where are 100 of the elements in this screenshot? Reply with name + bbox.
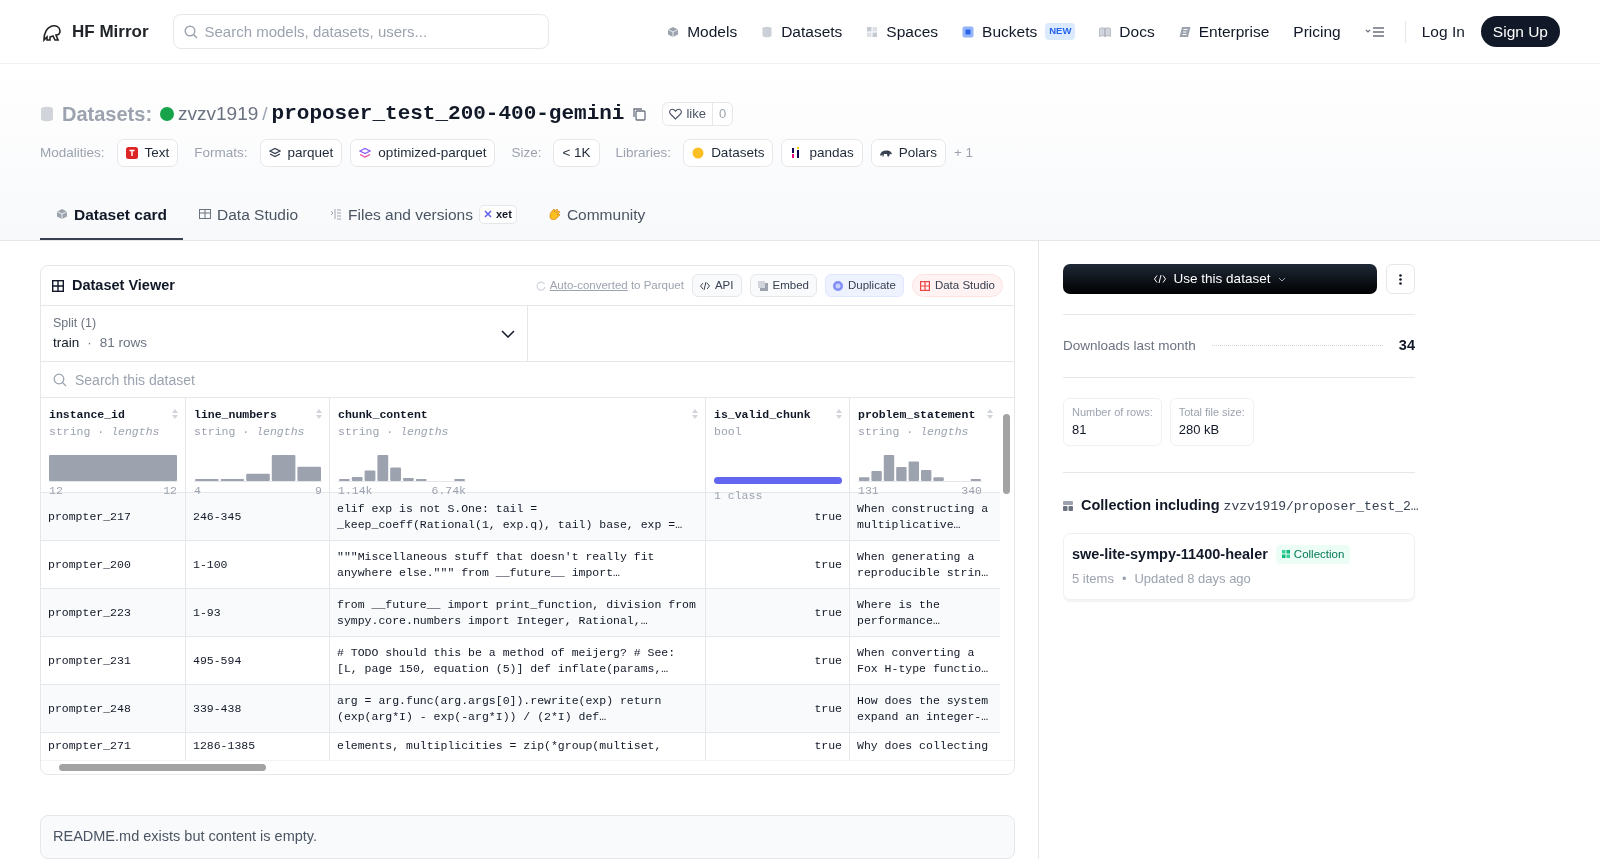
- table-icon: [919, 280, 930, 291]
- separator-dot: ·: [87, 333, 92, 352]
- max-length: 12: [163, 482, 177, 499]
- collection-name: swe-lite-sympy-11400-healer: [1072, 544, 1268, 564]
- more-options-button[interactable]: [1386, 264, 1415, 294]
- layers-icon: [359, 146, 372, 159]
- login-link[interactable]: Log In: [1421, 19, 1465, 44]
- table-cell-text: # TODO should this be a method of meijerg? # See: [L, page 150, equation (5)] def inflate(params,…: [337, 644, 677, 677]
- split-label: Split (1): [53, 315, 98, 332]
- downloads-count: 34: [1398, 336, 1415, 355]
- max-length: 340: [961, 482, 982, 499]
- tag-chip[interactable]: Text: [116, 138, 179, 167]
- tag-chip[interactable]: < 1K: [553, 138, 600, 167]
- downloads-label: Downloads last month: [1063, 336, 1196, 355]
- tag-chip[interactable]: parquet: [259, 138, 343, 167]
- new-badge: NEW: [1045, 23, 1076, 40]
- table-cell: prompter_271: [48, 738, 131, 754]
- database-icon: [761, 25, 774, 38]
- sort-icon[interactable]: [986, 408, 994, 420]
- nav-link[interactable]: Datasets: [781, 19, 843, 44]
- use-dataset-button[interactable]: Use this dataset: [1063, 264, 1377, 294]
- stat-value: 280 kB: [1178, 421, 1221, 440]
- sign-up-button[interactable]: Sign Up: [1480, 15, 1560, 48]
- class-count: 1 class: [714, 487, 764, 504]
- avatar-icon: [160, 106, 175, 121]
- tab[interactable]: Dataset card: [40, 194, 184, 240]
- collection-card[interactable]: swe-lite-sympy-11400-healer Collection 5 items • Updated 8 days ago: [1063, 532, 1415, 600]
- owner-link[interactable]: zvzv1919: [178, 99, 259, 128]
- nav-link[interactable]: Buckets: [982, 19, 1038, 44]
- split-select[interactable]: Split (1) train · 81 rows: [41, 306, 528, 361]
- bucket-icon: [962, 25, 975, 38]
- horizontal-scrollbar[interactable]: [41, 760, 1014, 774]
- table-cell-text: When generating a reproducible strin…: [857, 548, 990, 581]
- copy-icon[interactable]: [632, 106, 647, 121]
- column-name[interactable]: problem_statement: [858, 406, 976, 424]
- table-cell-text: How does the system expand an integer-…: [857, 692, 990, 725]
- collections-heading: Collection including zvzv1919/proposer_test_2…: [1081, 495, 1419, 516]
- collection-badge: Collection: [1275, 544, 1351, 564]
- table-cell: 1-93: [193, 604, 221, 621]
- column-type: string · lengths: [194, 424, 306, 441]
- square-icon: [757, 280, 768, 291]
- clapping-hands-icon: [548, 208, 561, 221]
- nav-link[interactable]: Docs: [1119, 19, 1155, 44]
- tab[interactable]: Data Studio: [183, 194, 315, 240]
- tab[interactable]: Files and versions xet: [314, 194, 533, 240]
- like-button[interactable]: like 0: [662, 102, 734, 126]
- viewer-button[interactable]: Data Studio: [911, 273, 1003, 298]
- table-cell: prompter_248: [48, 700, 131, 717]
- split-name: train: [53, 333, 80, 352]
- table-cell-text: """Miscellaneous stuff that doesn't really fit anywhere else.""" from __future__ import…: [337, 548, 656, 581]
- sort-icon[interactable]: [835, 408, 843, 420]
- tag-chip[interactable]: Polars: [870, 138, 946, 167]
- collection-icon: [1281, 550, 1290, 559]
- tag-label: Modalities:: [40, 143, 105, 162]
- table-cell: 1286-1385: [193, 738, 256, 754]
- heart-icon: [669, 107, 683, 120]
- tag-chip[interactable]: optimized-parquet: [350, 138, 496, 167]
- column-name[interactable]: line_numbers: [194, 406, 277, 424]
- sort-icon[interactable]: [315, 408, 323, 420]
- viewer-button[interactable]: API: [691, 273, 742, 298]
- tag-chip[interactable]: pandas: [781, 138, 863, 167]
- more-icon: [1399, 273, 1402, 285]
- nav-link[interactable]: Pricing: [1293, 19, 1341, 44]
- stat-label: Total file size:: [1178, 404, 1245, 420]
- repo-name: proposer_test_200-400-gemini: [271, 101, 625, 127]
- table-cell-text: When converting a Fox H-type functio…: [857, 644, 990, 677]
- brand-name[interactable]: HF Mirror: [72, 18, 149, 45]
- table-cell: 246-345: [193, 508, 242, 525]
- column-name[interactable]: is_valid_chunk: [714, 406, 811, 424]
- table-cell: elements, multiplicities = zip(*group(multiset,: [337, 738, 662, 754]
- tag-chip[interactable]: Datasets: [683, 138, 774, 167]
- x-icon: [483, 210, 492, 219]
- column-name[interactable]: instance_id: [49, 406, 125, 424]
- table-icon: [52, 279, 64, 292]
- sort-icon[interactable]: [171, 408, 179, 420]
- item-count: 5 items: [1072, 570, 1114, 589]
- table-cell: true: [814, 738, 842, 754]
- table-cell-text: Where is the performance…: [857, 596, 941, 629]
- search-field[interactable]: Search models, datasets, users...: [172, 14, 549, 49]
- updated-time: Updated 8 days ago: [1134, 570, 1251, 589]
- chevron-down-icon: [501, 329, 515, 338]
- tab[interactable]: Community: [532, 194, 662, 240]
- code-icon: [1153, 274, 1166, 284]
- nav-link[interactable]: Enterprise: [1198, 19, 1270, 44]
- readme-notice: README.md exists but content is empty.: [40, 815, 1015, 859]
- sort-icon[interactable]: [691, 408, 699, 420]
- caret-icon: [1278, 276, 1287, 282]
- nav-link[interactable]: Models: [687, 19, 738, 44]
- viewer-button[interactable]: Duplicate: [824, 273, 904, 298]
- column-name[interactable]: chunk_content: [338, 406, 428, 424]
- min-length: 131: [858, 482, 879, 499]
- table-cell-text: When constructing a multiplicative…: [857, 500, 990, 533]
- nav-link[interactable]: Spaces: [886, 19, 939, 44]
- path-separator: /: [262, 101, 268, 126]
- table-cell: 495-594: [193, 652, 242, 669]
- circle-icon: [832, 280, 843, 291]
- column-type: string · lengths: [338, 424, 450, 441]
- enterprise-icon: [1178, 25, 1191, 38]
- viewer-title: Dataset Viewer: [72, 275, 175, 295]
- viewer-button[interactable]: Embed: [749, 273, 817, 298]
